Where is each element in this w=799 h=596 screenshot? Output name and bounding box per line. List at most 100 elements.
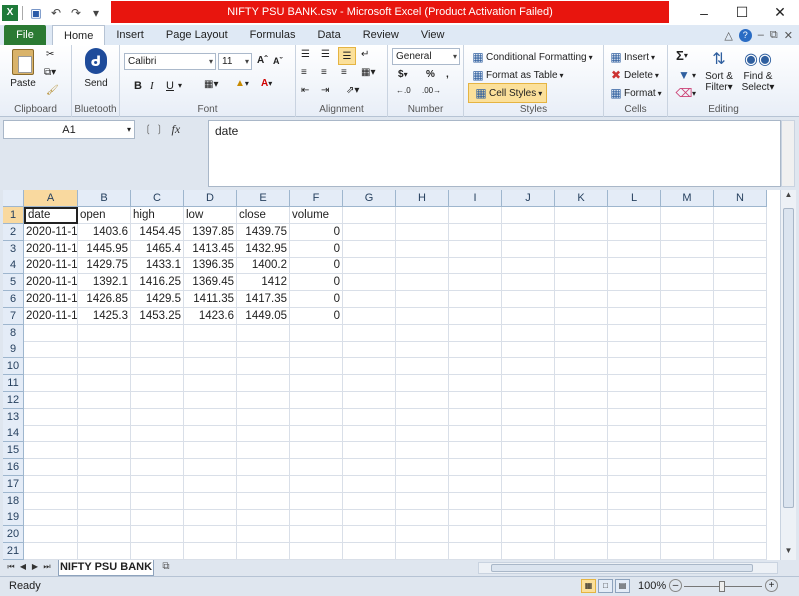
cell-h7[interactable] [396, 307, 449, 325]
cell-d19[interactable] [184, 509, 237, 527]
row-header-11[interactable]: 11 [3, 375, 24, 392]
cell-i13[interactable] [449, 408, 502, 426]
cell-a14[interactable] [24, 425, 78, 443]
cell-f21[interactable] [290, 543, 343, 560]
cell-e1[interactable]: close [237, 207, 290, 224]
cell-c19[interactable] [131, 509, 184, 527]
vertical-scroll-thumb[interactable] [783, 208, 794, 508]
increase-decimal-icon[interactable]: ←.0 [396, 86, 411, 95]
cell-k11[interactable] [555, 375, 608, 392]
cell-k4[interactable] [555, 257, 608, 275]
row-header-2[interactable]: 2 [3, 223, 24, 241]
cell-f6[interactable]: 0 [290, 291, 343, 308]
cell-d11[interactable] [184, 375, 237, 392]
column-header-g[interactable]: G [343, 190, 396, 207]
cell-j17[interactable] [502, 475, 555, 493]
cell-g13[interactable] [343, 408, 396, 426]
cell-f12[interactable] [290, 391, 343, 409]
font-size-select[interactable]: 11 ▾ [218, 53, 252, 70]
cell-c9[interactable] [131, 341, 184, 359]
cell-d12[interactable] [184, 391, 237, 409]
cell-l8[interactable] [608, 324, 661, 342]
cell-i21[interactable] [449, 543, 502, 560]
underline-button[interactable]: U [166, 80, 174, 92]
cell-b2[interactable]: 1403.6 [78, 223, 131, 241]
cell-j10[interactable] [502, 358, 555, 376]
cell-h8[interactable] [396, 324, 449, 342]
orientation-icon[interactable]: ⇗▾ [346, 85, 359, 96]
cell-j3[interactable] [502, 240, 555, 258]
formula-bar-expand[interactable] [781, 120, 795, 187]
cell-a6[interactable]: 2020-11-14 [24, 291, 78, 308]
cell-i15[interactable] [449, 442, 502, 460]
cell-j11[interactable] [502, 375, 555, 392]
cell-m7[interactable] [661, 307, 714, 325]
cell-b12[interactable] [78, 391, 131, 409]
cell-m19[interactable] [661, 509, 714, 527]
cell-j9[interactable] [502, 341, 555, 359]
cell-h10[interactable] [396, 358, 449, 376]
column-header-b[interactable]: B [78, 190, 131, 207]
cell-f20[interactable] [290, 526, 343, 544]
cell-d5[interactable]: 1369.45 [184, 274, 237, 292]
cell-f7[interactable]: 0 [290, 307, 343, 325]
cell-b7[interactable]: 1425.3 [78, 307, 131, 325]
cell-a8[interactable] [24, 324, 78, 342]
cell-c2[interactable]: 1454.45 [131, 223, 184, 241]
row-header-1[interactable]: 1 [3, 207, 24, 224]
cell-j8[interactable] [502, 324, 555, 342]
cell-g20[interactable] [343, 526, 396, 544]
cell-i10[interactable] [449, 358, 502, 376]
cell-e20[interactable] [237, 526, 290, 544]
cell-h11[interactable] [396, 375, 449, 392]
cell-b17[interactable] [78, 475, 131, 493]
cell-n19[interactable] [714, 509, 767, 527]
cell-j6[interactable] [502, 291, 555, 308]
cell-l1[interactable] [608, 207, 661, 224]
cell-a7[interactable]: 2020-11-17 [24, 307, 78, 325]
cell-f3[interactable]: 0 [290, 240, 343, 258]
currency-button[interactable]: $ ▾ [398, 69, 408, 80]
grow-font-icon[interactable]: Aˆ [257, 55, 268, 66]
cell-e7[interactable]: 1449.05 [237, 307, 290, 325]
cell-l5[interactable] [608, 274, 661, 292]
cell-e14[interactable] [237, 425, 290, 443]
column-header-j[interactable]: J [502, 190, 555, 207]
cell-b11[interactable] [78, 375, 131, 392]
cell-j2[interactable] [502, 223, 555, 241]
row-header-7[interactable]: 7 [3, 307, 24, 325]
name-box[interactable]: A1 ▾ [3, 120, 135, 139]
row-header-17[interactable]: 17 [3, 475, 24, 493]
cell-c14[interactable] [131, 425, 184, 443]
cell-j19[interactable] [502, 509, 555, 527]
cell-j7[interactable] [502, 307, 555, 325]
cell-l10[interactable] [608, 358, 661, 376]
cell-e2[interactable]: 1439.75 [237, 223, 290, 241]
cell-e6[interactable]: 1417.35 [237, 291, 290, 308]
cell-f10[interactable] [290, 358, 343, 376]
row-header-5[interactable]: 5 [3, 274, 24, 292]
cell-k13[interactable] [555, 408, 608, 426]
cell-b13[interactable] [78, 408, 131, 426]
tab-insert[interactable]: Insert [105, 25, 155, 45]
cell-h17[interactable] [396, 475, 449, 493]
tab-review[interactable]: Review [352, 25, 410, 45]
cell-m10[interactable] [661, 358, 714, 376]
decrease-decimal-icon[interactable]: .00→ [422, 86, 441, 95]
cell-g10[interactable] [343, 358, 396, 376]
percent-button[interactable]: % [426, 69, 435, 80]
cell-m11[interactable] [661, 375, 714, 392]
cell-k7[interactable] [555, 307, 608, 325]
cell-g9[interactable] [343, 341, 396, 359]
cell-h5[interactable] [396, 274, 449, 292]
cell-n15[interactable] [714, 442, 767, 460]
row-header-19[interactable]: 19 [3, 509, 24, 527]
cell-k5[interactable] [555, 274, 608, 292]
cell-b15[interactable] [78, 442, 131, 460]
cell-d14[interactable] [184, 425, 237, 443]
cell-b14[interactable] [78, 425, 131, 443]
cell-m18[interactable] [661, 492, 714, 510]
cell-n14[interactable] [714, 425, 767, 443]
undo-icon[interactable]: ↶ [47, 4, 65, 22]
cell-c3[interactable]: 1465.4 [131, 240, 184, 258]
